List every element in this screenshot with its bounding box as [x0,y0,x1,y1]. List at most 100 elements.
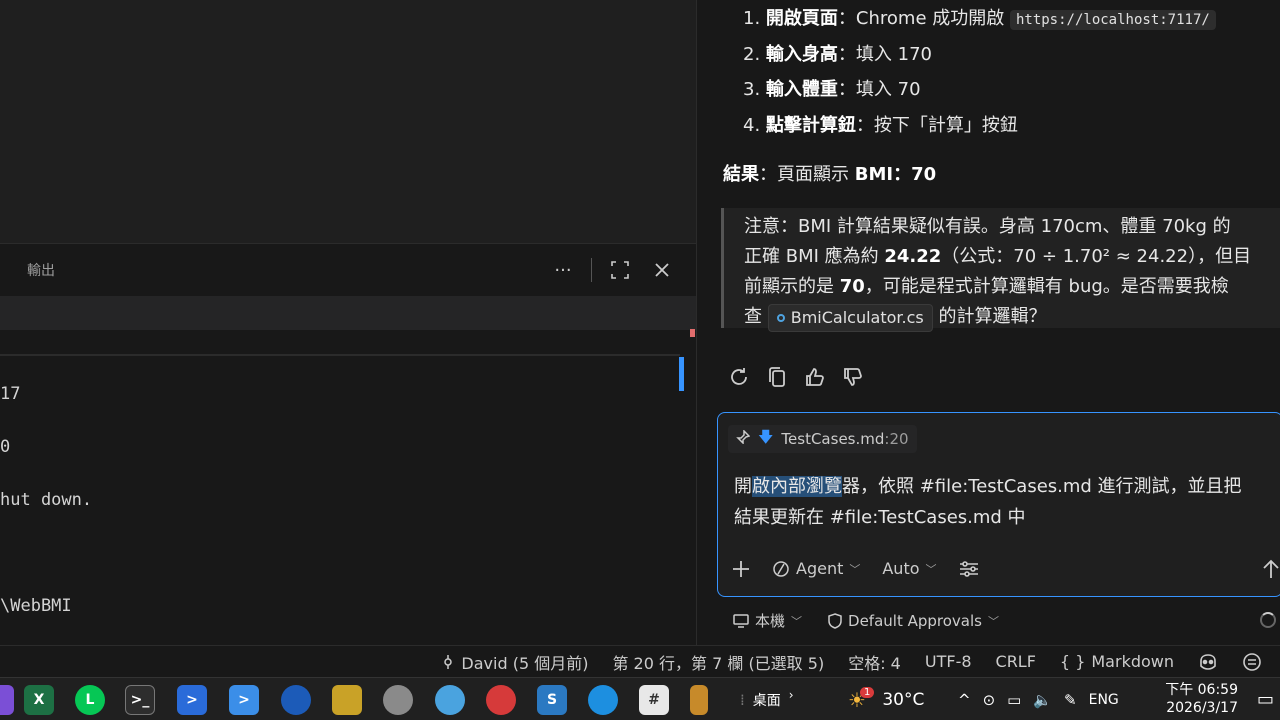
windows-taskbar: X L >_ > > S # ⁞ 桌面 › ☀ 1 30°C ^ ⊙ ▭ 🔈 ✎… [0,677,1280,720]
send-icon[interactable] [1262,559,1280,584]
add-context-button[interactable] [732,560,750,578]
scrollbar-thumb[interactable] [679,357,684,391]
step-title: 開啟頁面 [765,8,838,29]
step-sep: ： [855,115,874,136]
chat-panel: 1. 開啟頁面：Chrome 成功開啟 https://localhost:71… [696,0,1280,645]
app-icon[interactable] [332,685,362,715]
chevron-down-icon: ﹀ [925,562,937,576]
step-sep: ： [837,44,856,65]
step-title: 點擊計算鈕 [765,115,856,136]
result-line: 結果：頁面顯示 BMI：70 [723,160,936,186]
weather-widget[interactable]: ☀ 1 30°C [848,678,924,720]
left-workspace: 輸出 ··· 17 0 hut down. \WebBMI [0,0,696,645]
step-sep: ： [837,79,856,100]
markdown-file-icon: 🡇 [758,427,774,446]
pen-icon[interactable]: ✎ [1064,691,1077,709]
step-number: 3. [743,79,761,100]
step-text: Chrome 成功開啟 [855,8,1010,29]
powershell-icon[interactable]: > [177,685,207,715]
app-icon[interactable] [281,685,311,715]
close-icon[interactable] [648,256,676,284]
panel-subheader [0,296,696,330]
chevron-down-icon: ﹀ [791,614,803,628]
chat-input-field[interactable]: 開啟內部瀏覽器，依照 #file:TestCases.md 進行測試，並且把 結… [734,471,1264,533]
more-icon[interactable]: ··· [549,256,577,284]
powershell-ise-icon[interactable]: > [229,685,259,715]
agent-mode-dropdown[interactable]: Agent ﹀ [772,559,860,578]
note-line: 查 BmiCalculator.cs 的計算邏輯？ [744,302,1280,332]
list-item: 1. 開啟頁面：Chrome 成功開啟 https://localhost:71… [743,4,1216,30]
result-value: BMI：70 [854,164,937,185]
chevron-up-icon[interactable]: ^ [958,691,971,709]
copilot-icon[interactable] [1198,653,1218,671]
model-dropdown[interactable]: Auto ﹀ [882,559,936,578]
app-icon[interactable] [486,685,516,715]
step-number: 1. [743,8,761,29]
divider [591,258,592,282]
selected-text: 啟內部瀏覽 [752,476,842,497]
note-line: 正確 BMI 應為約 24.22（公式：70 ÷ 1.70² ≈ 24.22），… [744,246,1252,267]
network-icon[interactable]: ▭ [1007,691,1021,709]
terminal-icon[interactable]: >_ [125,685,155,715]
target-dropdown[interactable]: 本機 ﹀ [733,610,802,631]
note-line: 注意：BMI 計算結果疑似有誤。身高 170cm、體重 70kg 的 [744,216,1231,237]
note-line: 前顯示的是 70，可能是程式計算邏輯有 bug。是否需要我檢 [744,276,1229,297]
notifications-icon[interactable] [1242,652,1262,672]
docker-icon[interactable] [588,685,618,715]
step-sep: ： [837,8,856,29]
approvals-dropdown[interactable]: Default Approvals ﹀ [828,610,999,631]
csharp-file-icon [776,314,785,322]
browser-icon[interactable] [435,685,465,715]
chat-input-box[interactable]: 🡇 TestCases.md:20 開啟內部瀏覽器，依照 #file:TestC… [717,412,1280,597]
app-icon[interactable] [690,685,708,715]
result-text: ：頁面顯示 [759,164,855,185]
maximize-icon[interactable] [606,256,634,284]
clock[interactable]: 下午 06:59 2026/3/17 [1165,681,1238,717]
chevron-down-icon: ﹀ [987,614,999,628]
language-indicator[interactable]: ENG [1089,692,1119,708]
git-blame[interactable]: David (5 個月前) [441,650,588,674]
note-blockquote: 注意：BMI 計算結果疑似有誤。身高 170cm、體重 70kg 的 正確 BM… [721,208,1280,332]
copy-icon[interactable] [765,365,789,389]
context-file-chip[interactable]: 🡇 TestCases.md:20 [728,425,917,453]
bottom-panel: 輸出 ··· 17 0 hut down. \WebBMI [0,243,696,645]
thumbs-up-icon[interactable] [803,365,827,389]
tray-app-icon[interactable]: ⊙ [983,691,996,709]
step-title: 輸入身高 [765,44,838,65]
chevron-up-icon[interactable]: › [789,688,794,702]
thumbs-down-icon[interactable] [841,365,865,389]
list-item: 2. 輸入身高：填入 170 [743,40,932,66]
loading-spinner-icon [1260,612,1276,628]
retry-icon[interactable] [727,365,751,389]
editor-area[interactable] [0,0,696,243]
terminal-line: 0 [0,437,11,457]
database-icon[interactable] [383,685,413,715]
volume-icon[interactable]: 🔈 [1033,691,1052,709]
language-mode[interactable]: { } Markdown [1060,652,1174,671]
panel-actions: ··· [549,256,676,284]
chat-footer: 本機 ﹀ Default Approvals ﹀ [733,610,999,631]
app-icon[interactable] [0,685,14,715]
chevron-down-icon: ﹀ [849,562,861,576]
excel-icon[interactable]: X [24,685,54,715]
list-item: 3. 輸入體重：填入 70 [743,75,921,101]
notification-icon[interactable]: ▭ [1257,678,1274,720]
app-s-icon[interactable]: S [537,685,567,715]
settings-sliders-icon[interactable] [959,560,979,578]
encoding[interactable]: UTF-8 [925,652,972,671]
line-icon[interactable]: L [75,685,105,715]
app-hash-icon[interactable]: # [639,685,669,715]
taskbar-desktop[interactable]: ⁞ 桌面 › [740,678,794,720]
step-title: 輸入體重 [765,79,838,100]
step-text: 填入 170 [855,44,932,65]
step-text: 按下「計算」按鈕 [873,115,1018,136]
input-toolbar: Agent ﹀ Auto ﹀ [732,559,979,578]
tab-output[interactable]: 輸出 [27,260,55,280]
step-number: 2. [743,44,761,65]
indentation[interactable]: 空格: 4 [848,650,901,674]
file-reference-chip[interactable]: BmiCalculator.cs [767,304,933,332]
line-ending[interactable]: CRLF [996,652,1036,671]
cursor-position[interactable]: 第 20 行，第 7 欄 (已選取 5) [612,650,824,674]
pin-icon[interactable] [736,429,751,448]
code-url: https://localhost:7117/ [1009,10,1216,30]
